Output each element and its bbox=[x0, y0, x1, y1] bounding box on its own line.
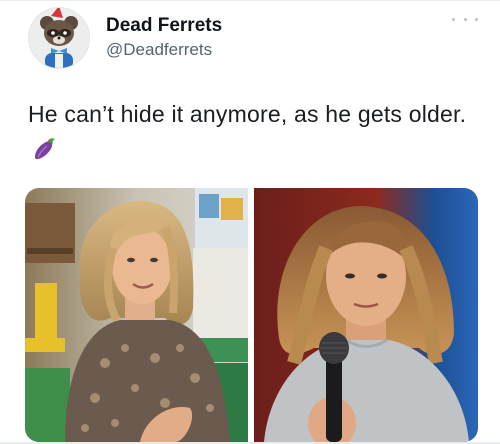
tweet-text-body: He can’t hide it anymore, as he gets old… bbox=[28, 101, 467, 127]
author-names: Dead Ferrets @Deadferrets bbox=[106, 15, 222, 61]
tweet-header: Dead Ferrets @Deadferrets bbox=[28, 7, 478, 69]
tweet-card: Dead Ferrets @Deadferrets He can’t hide … bbox=[0, 0, 500, 444]
tweet-text: He can’t hide it anymore, as he gets old… bbox=[28, 98, 478, 170]
tweet-media[interactable] bbox=[25, 188, 478, 442]
photo-right-image bbox=[254, 188, 478, 442]
photo-right[interactable] bbox=[254, 188, 478, 442]
photo-left-image bbox=[25, 188, 248, 442]
display-name[interactable]: Dead Ferrets bbox=[106, 15, 222, 37]
user-handle[interactable]: @Deadferrets bbox=[106, 39, 222, 61]
ferret-avatar-icon bbox=[29, 8, 89, 68]
photo-left[interactable] bbox=[25, 188, 248, 442]
top-divider bbox=[0, 0, 500, 1]
eggplant-icon bbox=[32, 137, 58, 170]
avatar[interactable] bbox=[28, 7, 90, 69]
more-options-icon[interactable] bbox=[452, 11, 478, 27]
